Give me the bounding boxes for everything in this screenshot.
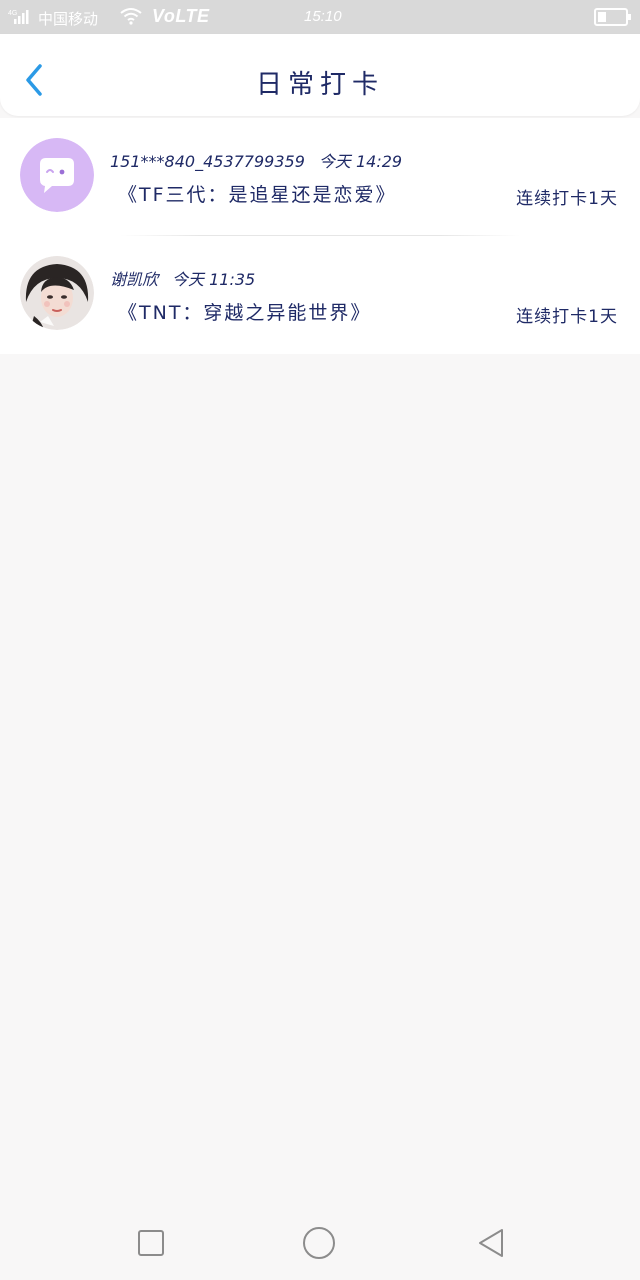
streak-label: 连续打卡1天 bbox=[516, 307, 618, 327]
svg-text:4G: 4G bbox=[8, 10, 17, 17]
portrait-icon bbox=[20, 256, 94, 330]
book-title[interactable]: 《TF三代：是追星还是恋爱》 bbox=[118, 180, 397, 207]
book-title[interactable]: 《TNT：穿越之异能世界》 bbox=[118, 298, 371, 325]
list-item[interactable]: 151***840_4537799359 今天 14:29 《TF三代：是追星还是… bbox=[0, 118, 640, 236]
back-triangle-icon[interactable] bbox=[474, 1226, 508, 1260]
signal-icon: 4G bbox=[8, 10, 29, 24]
home-circle-icon[interactable] bbox=[302, 1226, 336, 1260]
checkin-list: 151***840_4537799359 今天 14:29 《TF三代：是追星还是… bbox=[0, 118, 640, 354]
wifi-icon bbox=[120, 8, 142, 25]
username: 谢凯欣 bbox=[110, 270, 159, 289]
carrier-label: 中国移动 bbox=[38, 11, 99, 28]
chat-bubble-icon bbox=[20, 138, 94, 212]
checkin-meta: 151***840_4537799359 今天 14:29 bbox=[110, 148, 402, 172]
battery-icon bbox=[594, 8, 631, 26]
streak-label: 连续打卡1天 bbox=[516, 189, 618, 209]
navigation-bar bbox=[0, 1200, 640, 1280]
page-title: 日常打卡 bbox=[255, 70, 384, 100]
checkin-time: 今天 14:29 bbox=[318, 152, 403, 171]
chat-bubble-avatar[interactable] bbox=[20, 138, 94, 212]
volte-label: VoLTE bbox=[152, 6, 210, 26]
portrait-avatar[interactable] bbox=[20, 256, 94, 330]
checkin-meta: 谢凯欣 今天 11:35 bbox=[110, 266, 255, 290]
list-item[interactable]: 谢凯欣 今天 11:35 《TNT：穿越之异能世界》 连续打卡1天 bbox=[0, 236, 640, 354]
username: 151***840_4537799359 bbox=[110, 152, 305, 171]
header: 日常打卡 bbox=[0, 34, 640, 116]
recents-square-icon[interactable] bbox=[134, 1226, 168, 1260]
checkin-time: 今天 11:35 bbox=[172, 270, 256, 289]
status-bar: 4G 中国移动 VoLTE 15:10 bbox=[0, 0, 640, 34]
status-time: 15:10 bbox=[304, 8, 342, 25]
